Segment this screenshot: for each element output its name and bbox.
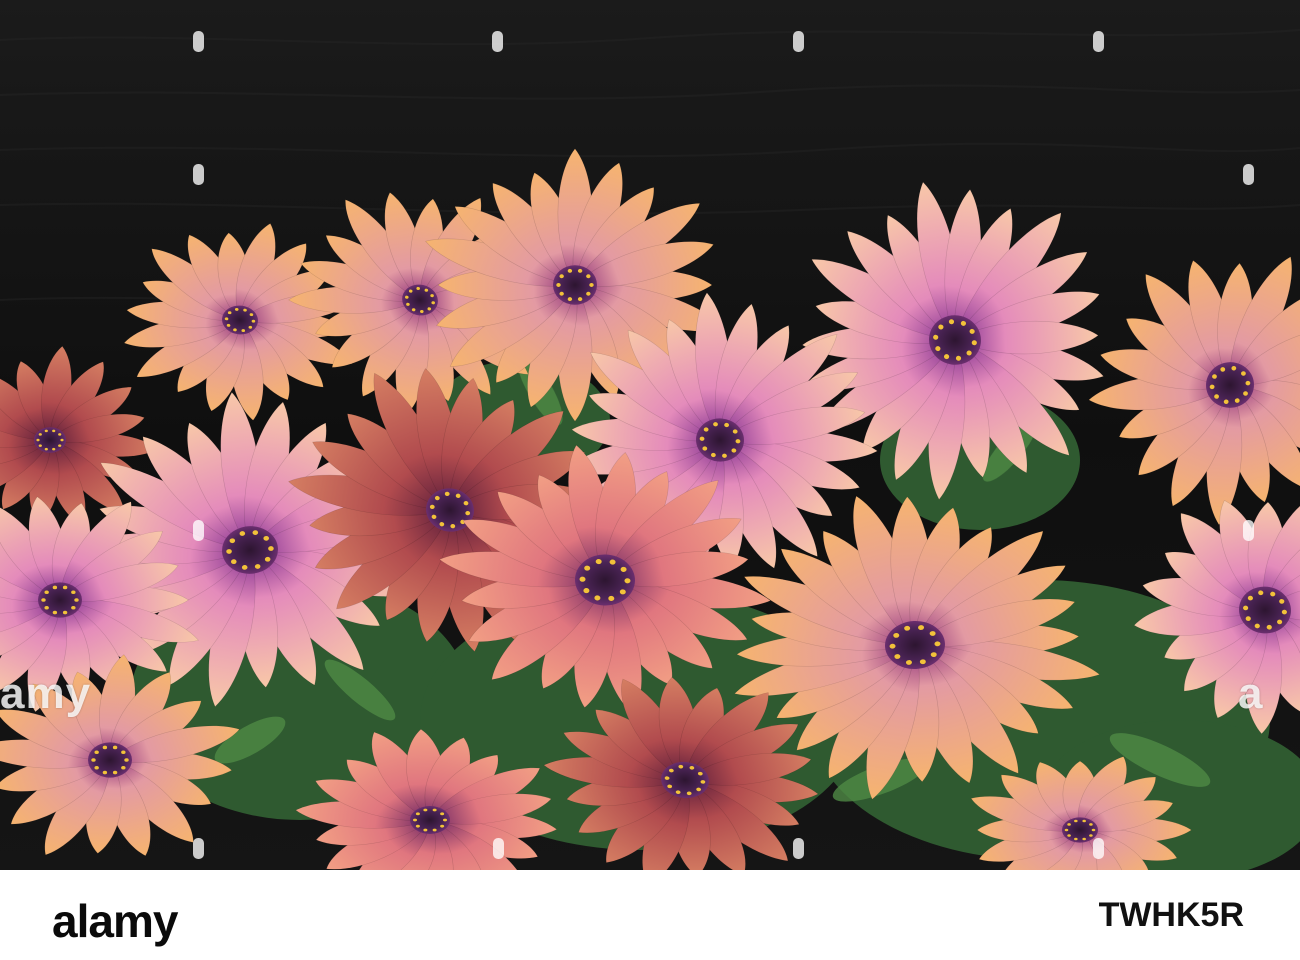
footer-logo: alamy bbox=[52, 895, 178, 947]
pollen-dot bbox=[102, 745, 108, 750]
pollen-dot bbox=[1089, 823, 1093, 826]
pollen-dot bbox=[52, 610, 58, 615]
pollen-dot bbox=[1091, 828, 1096, 832]
pollen-dot bbox=[415, 812, 420, 816]
pollen-dot bbox=[423, 828, 428, 832]
pollen-dot bbox=[44, 590, 49, 595]
pollen-dot bbox=[589, 283, 594, 287]
pollen-dot bbox=[112, 770, 118, 775]
pollen-dot bbox=[556, 283, 561, 287]
pollen-dot bbox=[1082, 819, 1086, 823]
pollen-dot bbox=[1067, 834, 1071, 837]
pollen-dot bbox=[38, 444, 42, 447]
watermark-tick bbox=[1243, 164, 1254, 185]
pollen-dot bbox=[586, 274, 591, 279]
pollen-dot bbox=[1089, 834, 1093, 837]
pollen-dot bbox=[1074, 819, 1078, 823]
pollen-dot bbox=[440, 824, 445, 828]
pollen-dot bbox=[60, 438, 64, 442]
pollen-dot bbox=[38, 433, 42, 436]
pollen-dot bbox=[1074, 837, 1078, 841]
pollen-dot bbox=[62, 585, 68, 590]
pollen-dot bbox=[124, 758, 129, 762]
watermark-tick bbox=[493, 838, 504, 859]
watermark-tick bbox=[793, 31, 804, 52]
watermark-tick bbox=[193, 520, 204, 541]
pollen-dot bbox=[413, 818, 417, 822]
watermark-tick bbox=[1243, 520, 1254, 541]
pollen-dot bbox=[586, 291, 591, 296]
watermark-tick bbox=[193, 164, 204, 185]
pollen-dot bbox=[71, 590, 76, 595]
pollen-dot bbox=[559, 291, 564, 296]
pollen-dot bbox=[432, 828, 437, 832]
pollen-dot bbox=[58, 433, 62, 436]
pollen-dot bbox=[567, 268, 573, 273]
pollen-dot bbox=[102, 770, 108, 775]
pollen-dot bbox=[567, 297, 573, 302]
pollen-dot bbox=[62, 610, 68, 615]
pollen-dot bbox=[1067, 823, 1071, 826]
pollen-dot bbox=[94, 750, 99, 755]
pollen-dot bbox=[44, 447, 48, 451]
pollen-dot bbox=[432, 808, 437, 812]
pollen-dot bbox=[440, 812, 445, 816]
pollen-dot bbox=[94, 765, 99, 770]
pollen-dot bbox=[52, 585, 58, 590]
watermark-tick bbox=[193, 31, 204, 52]
pollen-dot bbox=[1082, 837, 1086, 841]
pollen-dot bbox=[121, 750, 126, 755]
watermark-tick bbox=[193, 838, 204, 859]
pollen-dot bbox=[44, 605, 49, 610]
pollen-dot bbox=[423, 808, 428, 812]
african-daisy-photo bbox=[0, 0, 1300, 870]
pollen-dot bbox=[577, 268, 583, 273]
pollen-dot bbox=[121, 765, 126, 770]
pollen-dot bbox=[52, 447, 56, 451]
watermark-tick bbox=[1093, 838, 1104, 859]
pollen-dot bbox=[58, 444, 62, 447]
pollen-dot bbox=[41, 598, 46, 602]
pollen-dot bbox=[74, 598, 79, 602]
stock-photo-page: amy a alamy TWHK5R bbox=[0, 0, 1300, 960]
pollen-dot bbox=[577, 297, 583, 302]
pollen-dot bbox=[443, 818, 447, 822]
pollen-dot bbox=[91, 758, 96, 762]
image-id: TWHK5R bbox=[1098, 896, 1244, 934]
pollen-dot bbox=[44, 429, 48, 433]
watermark-tick bbox=[1093, 31, 1104, 52]
pollen-dot bbox=[1064, 828, 1069, 832]
pollen-dot bbox=[112, 745, 118, 750]
pollen-dot bbox=[415, 824, 420, 828]
pollen-dot bbox=[559, 274, 564, 279]
watermark-tick bbox=[793, 838, 804, 859]
pollen-dot bbox=[52, 429, 56, 433]
watermark-tick bbox=[492, 31, 503, 52]
footer-bar: alamy TWHK5R bbox=[0, 870, 1300, 960]
pollen-dot bbox=[36, 438, 40, 442]
pollen-dot bbox=[71, 605, 76, 610]
